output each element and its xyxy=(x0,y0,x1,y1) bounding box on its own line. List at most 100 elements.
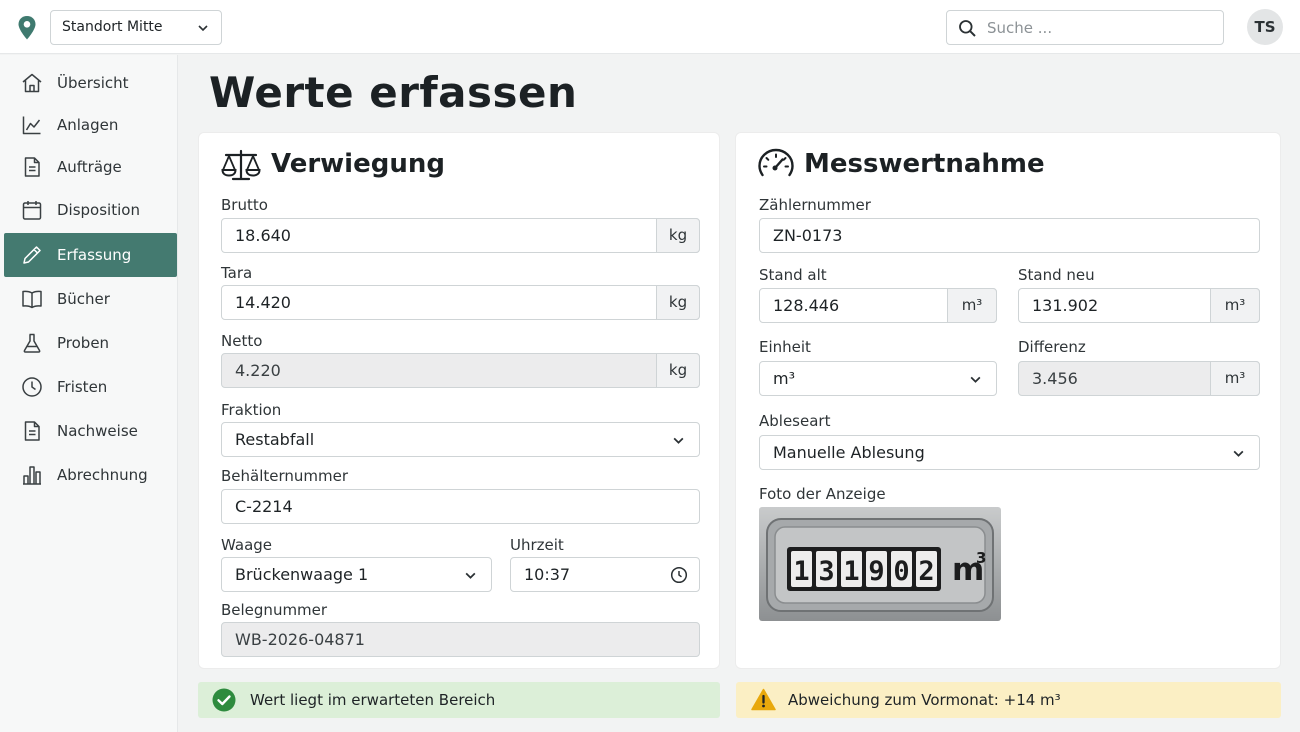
tara-label: Tara xyxy=(221,264,253,282)
home-icon xyxy=(22,73,42,93)
difference-unit: m³ xyxy=(1210,361,1260,396)
status-warning-bar: Abweichung zum Vormonat: +14 m³ xyxy=(736,682,1281,718)
sidebar-item-auftraege[interactable]: Aufträge xyxy=(4,145,177,189)
time-field[interactable]: 10:37 xyxy=(510,557,700,592)
container-label: Behälternummer xyxy=(221,467,349,485)
meter-digit: 9 xyxy=(868,556,884,587)
container-value: C-2214 xyxy=(235,497,293,516)
netto-unit: kg xyxy=(656,353,700,388)
sidebar-item-label: Aufträge xyxy=(57,158,122,176)
pencil-icon xyxy=(23,246,41,264)
document-icon xyxy=(24,157,40,177)
weighing-title: Verwiegung xyxy=(271,149,445,179)
meter-display-graphic: 131902 m 3 xyxy=(766,518,994,612)
fraktion-label: Fraktion xyxy=(221,401,282,419)
meter-digit: 0 xyxy=(893,556,909,587)
new-reading-value: 131.902 xyxy=(1032,296,1099,315)
sidebar-item-label: Nachweise xyxy=(57,422,138,440)
sidebar-item-label: Anlagen xyxy=(57,116,119,134)
time-label: Uhrzeit xyxy=(510,536,564,554)
sidebar-item-disposition[interactable]: Disposition xyxy=(4,188,177,232)
chevron-down-icon xyxy=(465,572,476,579)
sidebar-item-erfassung[interactable]: Erfassung xyxy=(4,233,177,277)
clock-icon[interactable] xyxy=(670,566,688,584)
tara-value: 14.420 xyxy=(235,293,291,312)
old-reading-label: Stand alt xyxy=(759,266,827,284)
brutto-value: 18.640 xyxy=(235,226,291,245)
gauge-icon xyxy=(758,148,794,177)
sidebar-item-label: Fristen xyxy=(57,378,108,396)
meter-number-value: ZN-0173 xyxy=(773,226,843,245)
netto-label: Netto xyxy=(221,332,263,350)
meter-unit-exponent: 3 xyxy=(976,549,986,567)
new-reading-label: Stand neu xyxy=(1018,266,1095,284)
search-box xyxy=(946,10,1224,45)
meter-digit: 2 xyxy=(918,556,934,587)
metering-title: Messwertnahme xyxy=(804,149,1045,179)
chevron-down-icon xyxy=(1233,450,1244,457)
document-icon xyxy=(24,421,40,441)
sidebar: Übersicht Anlagen Aufträge Disposition E… xyxy=(0,55,178,732)
scale-value: Brückenwaage 1 xyxy=(235,565,369,584)
search-input[interactable] xyxy=(987,15,1212,40)
sidebar-item-uebersicht[interactable]: Übersicht xyxy=(4,61,177,105)
sidebar-item-label: Bücher xyxy=(57,290,110,308)
read-type-value: Manuelle Ablesung xyxy=(773,443,925,462)
sidebar-item-label: Disposition xyxy=(57,201,140,219)
bar-chart-icon xyxy=(23,466,41,485)
brutto-unit: kg xyxy=(656,218,700,253)
old-reading-field[interactable]: 128.446 m³ xyxy=(759,288,997,323)
sidebar-item-label: Erfassung xyxy=(57,246,132,264)
receipt-value: WB-2026-04871 xyxy=(235,630,365,649)
location-select-value: Standort Mitte xyxy=(62,19,163,35)
tara-unit: kg xyxy=(656,285,700,320)
sidebar-item-buecher[interactable]: Bücher xyxy=(4,277,177,321)
sidebar-item-label: Proben xyxy=(57,334,110,352)
location-select[interactable]: Standort Mitte xyxy=(50,10,222,45)
fraktion-select[interactable]: Restabfall xyxy=(221,422,700,457)
old-reading-unit: m³ xyxy=(947,288,997,323)
status-warning-text: Abweichung zum Vormonat: +14 m³ xyxy=(788,691,1061,709)
sidebar-item-nachweise[interactable]: Nachweise xyxy=(4,409,177,453)
difference-value: 3.456 xyxy=(1032,369,1078,388)
sidebar-item-fristen[interactable]: Fristen xyxy=(4,365,177,409)
receipt-label: Belegnummer xyxy=(221,601,328,619)
meter-number-field[interactable]: ZN-0173 xyxy=(759,218,1260,253)
unit-select[interactable]: m³ xyxy=(759,361,997,396)
brutto-field[interactable]: 18.640 kg xyxy=(221,218,700,253)
top-bar: Standort Mitte TS xyxy=(0,0,1300,54)
chevron-down-icon xyxy=(198,25,208,32)
user-avatar[interactable]: TS xyxy=(1247,9,1283,45)
receipt-field: WB-2026-04871 xyxy=(221,622,700,657)
chevron-down-icon xyxy=(673,437,684,444)
flask-icon xyxy=(23,333,41,353)
read-type-label: Ableseart xyxy=(759,412,831,430)
read-type-select[interactable]: Manuelle Ablesung xyxy=(759,435,1260,470)
sidebar-item-proben[interactable]: Proben xyxy=(4,321,177,365)
meter-number-label: Zählernummer xyxy=(759,196,871,214)
meter-photo[interactable]: 131902 m 3 xyxy=(759,507,1001,621)
photo-label: Foto der Anzeige xyxy=(759,485,886,503)
location-pin-icon xyxy=(18,16,36,40)
scale-select[interactable]: Brückenwaage 1 xyxy=(221,557,492,592)
scale-label: Waage xyxy=(221,536,273,554)
calendar-icon xyxy=(22,201,42,220)
search-icon xyxy=(959,20,976,37)
sidebar-item-label: Übersicht xyxy=(57,74,129,92)
status-ok-bar: Wert liegt im erwarteten Bereich xyxy=(198,682,720,718)
brutto-label: Brutto xyxy=(221,196,268,214)
chevron-down-icon xyxy=(970,376,981,383)
check-circle-icon xyxy=(212,688,236,712)
new-reading-field[interactable]: 131.902 m³ xyxy=(1018,288,1260,323)
sidebar-item-anlagen[interactable]: Anlagen xyxy=(4,103,177,147)
meter-digit: 3 xyxy=(818,556,834,587)
unit-label: Einheit xyxy=(759,338,811,356)
scale-icon xyxy=(221,149,261,181)
clock-icon xyxy=(22,377,42,397)
warning-icon xyxy=(751,688,776,711)
container-field[interactable]: C-2214 xyxy=(221,489,700,524)
tara-field[interactable]: 14.420 kg xyxy=(221,285,700,320)
sidebar-item-abrechnung[interactable]: Abrechnung xyxy=(4,453,177,497)
difference-field: 3.456 m³ xyxy=(1018,361,1260,396)
page-title: Werte erfassen xyxy=(209,68,578,117)
